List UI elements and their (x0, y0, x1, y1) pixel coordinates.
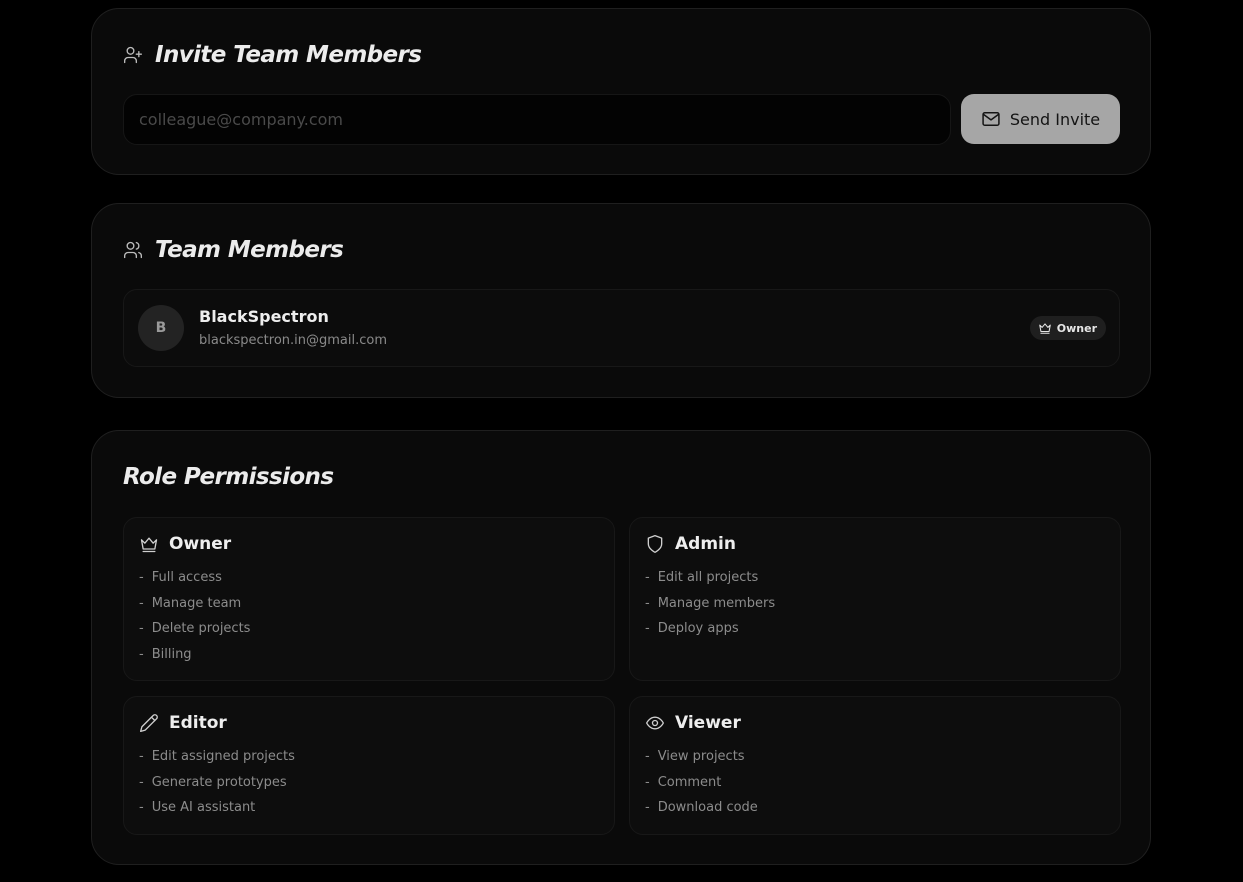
mail-icon (982, 112, 1000, 126)
user-plus-icon (124, 46, 142, 64)
role-card-owner: Owner Full access Manage team Delete pro… (123, 517, 615, 681)
crown-icon (140, 537, 158, 553)
permission-item: Delete projects (139, 621, 251, 647)
send-invite-label: Send Invite (1009, 109, 1101, 129)
eye-icon (646, 716, 664, 730)
role-name: Owner (169, 534, 232, 554)
send-invite-button[interactable]: Send Invite (961, 94, 1120, 144)
team-members-title-text: Team Members (155, 237, 344, 263)
invite-title-text: Invite Team Members (155, 42, 422, 68)
permission-item: Edit assigned projects (139, 749, 295, 775)
team-members-card: Team Members B BlackSpectron blackspectr… (91, 203, 1151, 398)
role-card-editor: Editor Edit assigned projects Generate p… (123, 696, 615, 835)
role-title-admin: Admin (645, 534, 736, 554)
role-title-editor: Editor (139, 713, 227, 733)
permission-list: Full access Manage team Delete projects … (139, 570, 251, 673)
team-members-title: Team Members (123, 237, 344, 263)
invite-card: Invite Team Members Send Invite (91, 8, 1151, 175)
permission-list: Edit assigned projects Generate prototyp… (139, 749, 295, 826)
pencil-icon (140, 714, 158, 732)
role-permissions-card: Role Permissions Owner Full access Manag… (91, 430, 1151, 865)
permission-item: View projects (645, 749, 758, 775)
permission-list: Edit all projects Manage members Deploy … (645, 570, 775, 647)
permission-item: Manage team (139, 596, 250, 622)
permission-item: Comment (645, 775, 758, 801)
permission-item: Generate prototypes (139, 775, 295, 801)
permission-item: Edit all projects (645, 570, 775, 596)
role-badge-label: Owner (1056, 321, 1097, 335)
role-card-viewer: Viewer View projects Comment Download co… (629, 696, 1121, 835)
role-permissions-title: Role Permissions (123, 464, 334, 490)
role-badge: Owner (1029, 316, 1106, 340)
member-email: blackspectron.in@gmail.com (199, 333, 388, 348)
role-title-viewer: Viewer (645, 713, 741, 733)
users-icon (124, 241, 142, 259)
invite-title: Invite Team Members (123, 42, 422, 68)
role-title-owner: Owner (139, 534, 231, 554)
permission-item: Billing (139, 647, 250, 673)
role-card-admin: Admin Edit all projects Manage members D… (629, 517, 1121, 681)
crown-icon (1038, 323, 1051, 334)
permission-item: Full access (139, 570, 250, 596)
member-name: BlackSpectron (199, 307, 329, 326)
member-row[interactable]: B BlackSpectron blackspectron.in@gmail.c… (123, 289, 1120, 367)
permission-item: Use AI assistant (139, 800, 295, 826)
role-name: Viewer (675, 713, 741, 733)
permission-item: Download code (645, 800, 758, 826)
permission-list: View projects Comment Download code (645, 749, 758, 826)
invite-email-input[interactable] (123, 94, 951, 145)
shield-icon (647, 535, 663, 553)
permission-item: Manage members (645, 596, 775, 622)
avatar: B (138, 305, 184, 351)
permission-item: Deploy apps (645, 621, 775, 647)
role-name: Admin (675, 534, 736, 554)
role-name: Editor (169, 713, 227, 733)
